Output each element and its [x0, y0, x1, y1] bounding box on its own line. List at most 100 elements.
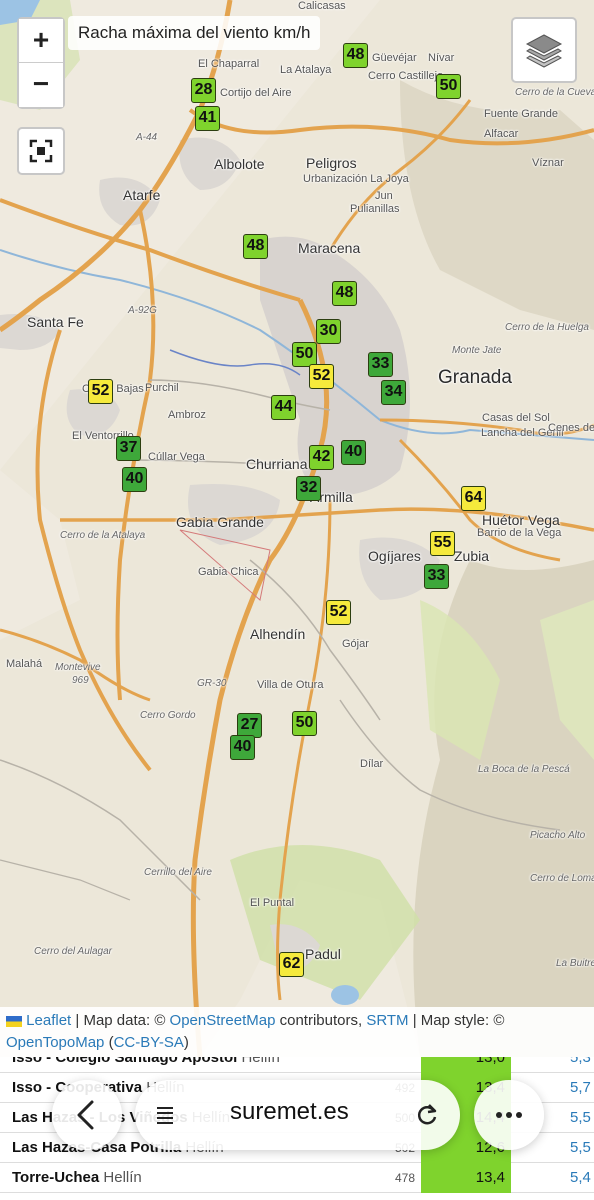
place-label: Cerro de la Cueva del Agua — [515, 87, 594, 98]
station-marker[interactable]: 42 — [309, 445, 334, 470]
place-label: Alhendín — [250, 626, 306, 642]
station-town: Hellín — [103, 1169, 142, 1186]
station-marker[interactable]: 52 — [309, 364, 334, 389]
ukraine-flag-icon — [6, 1015, 22, 1027]
station-marker[interactable]: 32 — [296, 476, 321, 501]
station-marker[interactable]: 44 — [271, 395, 296, 420]
place-label: Güevéjar — [372, 52, 417, 64]
place-label: Calicasas — [298, 0, 346, 12]
place-label: Gójar — [342, 638, 369, 650]
station-altitude: 478 — [394, 1171, 415, 1185]
place-label: Monte Jate — [452, 345, 502, 356]
table-row[interactable]: Isso - Colegio Santiago Apóstol Hellín 13… — [0, 1057, 594, 1073]
station-gust: 13,0 — [421, 1057, 511, 1073]
place-label: Barrio de la Vega — [477, 527, 562, 539]
opentopomap-link[interactable]: OpenTopoMap — [6, 1034, 104, 1051]
place-label: Padul — [305, 946, 341, 962]
zoom-control: + − — [17, 17, 65, 109]
place-label: Urbanización La Joya — [303, 173, 409, 185]
place-label: Cerro de la Huelga — [505, 322, 589, 333]
fullscreen-icon — [29, 139, 53, 163]
place-label: Picacho Alto — [530, 830, 586, 841]
map-title: Racha máxima del viento km/h — [68, 16, 321, 50]
place-label: Cerro de la Atalaya — [60, 530, 146, 541]
attribution-text-3: | Map style: © — [408, 1012, 505, 1029]
more-icon — [496, 1112, 522, 1118]
place-label: La Atalaya — [280, 64, 332, 76]
place-label: 969 — [72, 675, 89, 686]
station-marker[interactable]: 30 — [316, 319, 341, 344]
station-marker[interactable]: 33 — [424, 564, 449, 589]
place-label: Maracena — [298, 240, 361, 256]
station-marker[interactable]: 48 — [332, 281, 357, 306]
fullscreen-button[interactable] — [17, 127, 65, 175]
station-marker[interactable]: 34 — [381, 380, 406, 405]
srtm-link[interactable]: SRTM — [366, 1012, 408, 1029]
zoom-in-button[interactable]: + — [19, 19, 63, 63]
place-label: Churriana — [246, 456, 308, 472]
station-marker[interactable]: 40 — [230, 735, 255, 760]
station-value: 5,4 — [570, 1169, 591, 1186]
station-marker[interactable]: 50 — [292, 711, 317, 736]
place-label: Peligros — [306, 155, 357, 171]
layers-button[interactable] — [511, 17, 577, 83]
attribution-text-5: ) — [183, 1034, 189, 1051]
place-label: Cerro Castillejo — [368, 70, 444, 82]
station-marker[interactable]: 28 — [191, 78, 216, 103]
place-label: El Chaparral — [198, 58, 260, 70]
reload-icon[interactable] — [414, 1102, 440, 1128]
station-marker[interactable]: 40 — [122, 467, 147, 492]
station-marker[interactable]: 52 — [88, 379, 113, 404]
place-label: Cortijo del Aire — [220, 87, 292, 99]
url-text: suremet.es — [230, 1098, 349, 1125]
place-label: Villa de Otura — [257, 679, 324, 691]
place-label: Montevive — [55, 662, 101, 673]
station-marker[interactable]: 40 — [341, 440, 366, 465]
more-button[interactable] — [474, 1080, 544, 1150]
place-label: Zubia — [454, 548, 490, 564]
station-marker[interactable]: 48 — [343, 43, 368, 68]
place-label: Cerro Gordo — [140, 710, 196, 721]
place-label: Jun — [375, 190, 393, 202]
station-value: 5,7 — [570, 1079, 591, 1096]
place-label: Ogíjares — [368, 548, 421, 564]
back-arrow-icon — [77, 1100, 94, 1130]
leaflet-link[interactable]: Leaflet — [26, 1012, 71, 1029]
place-label: Cúllar Vega — [148, 451, 205, 463]
place-label: Santa Fe — [27, 314, 84, 330]
station-marker[interactable]: 55 — [430, 531, 455, 556]
station-name: Torre-Uchea Hellín — [12, 1169, 142, 1186]
layers-icon — [525, 34, 563, 68]
address-bar[interactable]: suremet.es — [135, 1080, 460, 1150]
place-label: Purchil — [145, 382, 179, 394]
osm-link[interactable]: OpenStreetMap — [170, 1012, 276, 1029]
station-marker[interactable]: 37 — [116, 436, 141, 461]
station-town: Hellín — [241, 1057, 280, 1066]
station-value: 5,5 — [570, 1109, 591, 1126]
station-marker[interactable]: 48 — [243, 234, 268, 259]
place-label: Víznar — [532, 157, 564, 169]
place-label: Dílar — [360, 758, 384, 770]
station-marker[interactable]: 50 — [436, 74, 461, 99]
map-view[interactable]: Granada Maracena Armilla Churriana Gabia Gra… — [0, 0, 594, 1057]
station-marker[interactable]: 62 — [279, 952, 304, 977]
place-label: Nívar — [428, 52, 455, 64]
station-value: 5,3 — [570, 1057, 591, 1066]
place-label: La Boca de la Pescá — [478, 764, 570, 775]
license-link[interactable]: CC-BY-SA — [114, 1034, 184, 1051]
place-label: A-92G — [128, 305, 157, 316]
table-row[interactable]: Torre-Uchea Hellín 478 13,4 5,4 — [0, 1163, 594, 1193]
place-label: Albolote — [214, 156, 265, 172]
map-attribution: Leaflet | Map data: © OpenStreetMap cont… — [0, 1007, 594, 1057]
back-button[interactable] — [52, 1080, 122, 1150]
zoom-out-button[interactable]: − — [19, 63, 63, 107]
place-label: GR-30 — [197, 678, 227, 689]
place-label: Granada — [438, 367, 512, 388]
station-marker[interactable]: 64 — [461, 486, 486, 511]
station-marker[interactable]: 33 — [368, 352, 393, 377]
place-label: Huétor Vega — [482, 512, 560, 528]
place-label: Gabia Grande — [176, 514, 264, 530]
station-marker[interactable]: 41 — [195, 106, 220, 131]
station-marker[interactable]: 52 — [326, 600, 351, 625]
tab-list-icon — [157, 1107, 173, 1124]
